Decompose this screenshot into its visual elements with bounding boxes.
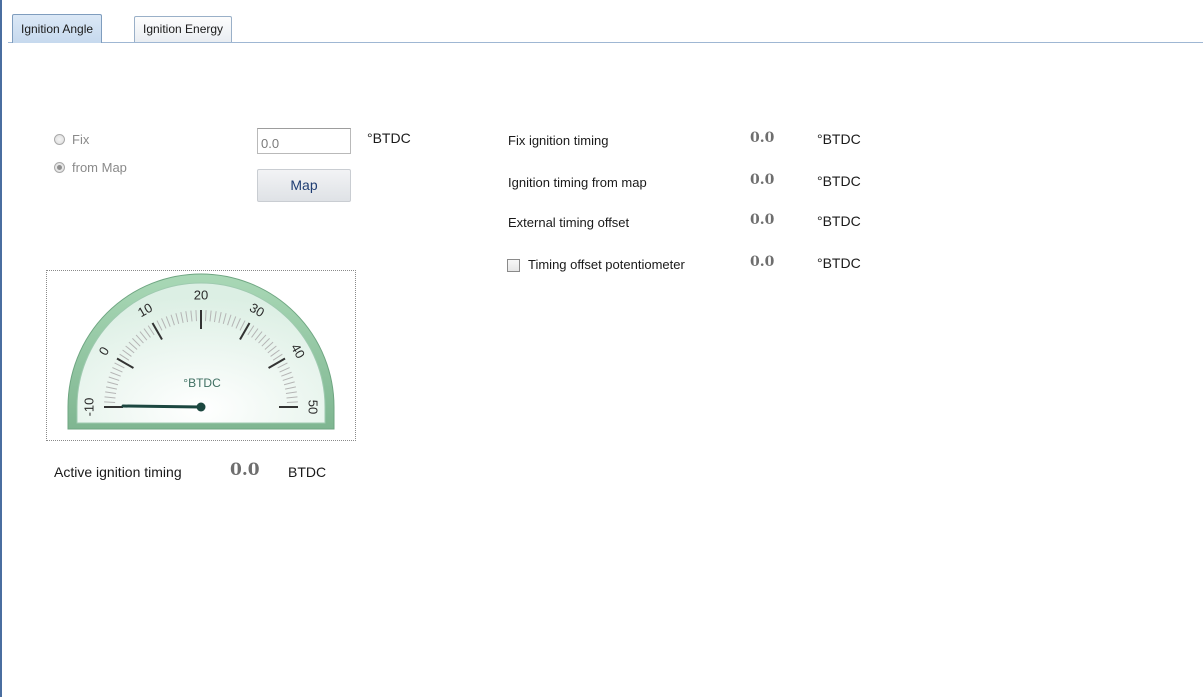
map-ignition-timing-unit: °BTDC <box>817 173 861 189</box>
gauge-needle <box>121 404 203 409</box>
tab-ignition-angle[interactable]: Ignition Angle <box>12 14 103 43</box>
gauge-minor-tick <box>205 310 207 322</box>
external-timing-offset-value: 0.0 <box>750 212 775 228</box>
tab-ignition-energy[interactable]: Ignition Energy <box>134 16 233 42</box>
radio-from-map[interactable]: from Map <box>54 160 127 175</box>
radio-fix-circle[interactable] <box>54 134 65 145</box>
gauge-tick-label: -10 <box>81 398 96 417</box>
active-ignition-timing-unit: BTDC <box>288 464 327 480</box>
tab-panel-border <box>8 42 1203 43</box>
map-button[interactable]: Map <box>257 169 351 202</box>
timing-offset-potentiometer-value: 0.0 <box>750 254 775 270</box>
window-left-border <box>0 0 2 697</box>
gauge-hub <box>196 402 206 412</box>
ignition-timing-gauge: -10 0 10 20 30 40 50 °BTDC <box>46 270 356 441</box>
radio-from-map-label: from Map <box>72 160 127 175</box>
fix-ignition-timing-unit: °BTDC <box>817 131 861 147</box>
fix-ignition-timing-label: Fix ignition timing <box>508 133 609 148</box>
gauge-tick-label: 20 <box>194 287 208 302</box>
gauge-tick-label: 50 <box>306 400 321 414</box>
timing-offset-potentiometer-unit: °BTDC <box>817 255 861 271</box>
active-ignition-timing-value: 0.0 <box>230 460 260 480</box>
external-timing-offset-label: External timing offset <box>508 215 630 230</box>
radio-fix-label: Fix <box>72 132 90 147</box>
timing-offset-potentiometer-label[interactable]: Timing offset potentiometer <box>528 257 685 272</box>
external-timing-offset-unit: °BTDC <box>817 213 861 229</box>
fix-ignition-timing-value: 0.0 <box>750 130 775 146</box>
map-ignition-timing-label: Ignition timing from map <box>508 175 647 190</box>
gauge-unit-label: °BTDC <box>183 376 221 390</box>
radio-fix[interactable]: Fix <box>54 132 89 147</box>
map-ignition-timing-value: 0.0 <box>750 172 775 188</box>
active-ignition-timing-label: Active ignition timing <box>54 464 182 480</box>
fix-timing-input-unit: °BTDC <box>367 130 411 146</box>
gauge-minor-tick <box>104 401 116 403</box>
gauge-minor-tick <box>286 401 298 403</box>
gauge-minor-tick <box>195 310 197 322</box>
timing-offset-potentiometer-checkbox[interactable] <box>507 259 520 272</box>
radio-from-map-circle[interactable] <box>54 162 65 173</box>
gauge-dial: -1001020304050 °BTDC <box>67 273 335 430</box>
fix-timing-input[interactable]: 0.0 <box>257 128 351 154</box>
